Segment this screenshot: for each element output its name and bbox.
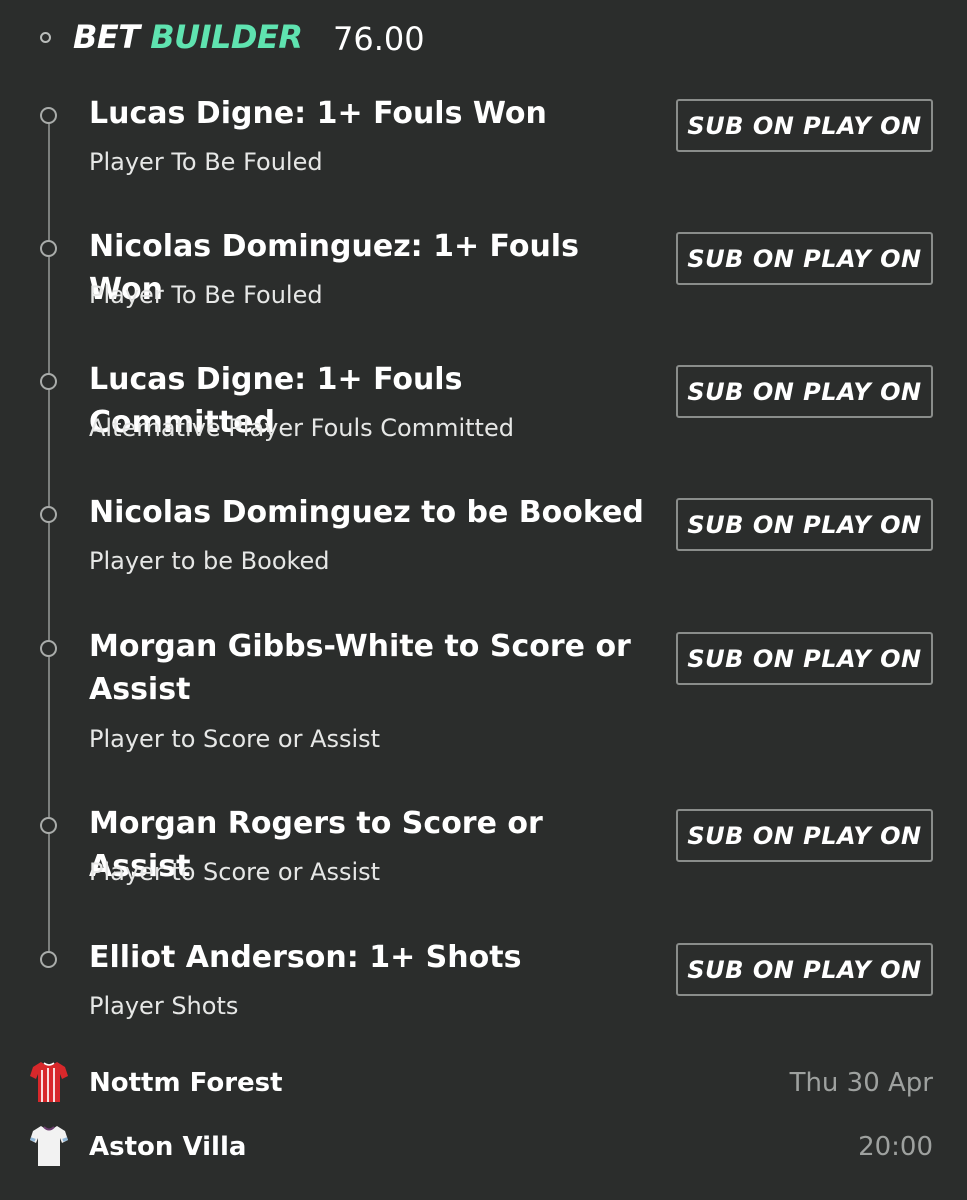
- leg-title: Elliot Anderson: 1+ Shots: [89, 940, 522, 975]
- leg-market: Player To Be Fouled: [89, 148, 323, 176]
- match-time: 20:00: [858, 1132, 933, 1162]
- sub-on-play-on-button[interactable]: SUB ON PLAY ON: [676, 232, 933, 285]
- leg-node: [40, 951, 57, 968]
- sub-on-play-on-button[interactable]: SUB ON PLAY ON: [676, 365, 933, 418]
- title-bet: BET: [73, 18, 140, 56]
- leg-node: [40, 240, 57, 257]
- leg-node: [40, 817, 57, 834]
- away-team-name: Aston Villa: [89, 1132, 247, 1162]
- match-date: Thu 30 Apr: [789, 1068, 933, 1098]
- bet-builder-title: BET BUILDER: [73, 18, 303, 56]
- red-striped-shirt-icon: [30, 1062, 68, 1102]
- home-team-row: Nottm Forest Thu 30 Apr: [0, 1060, 967, 1108]
- leg-title: Lucas Digne: 1+ Fouls Won: [89, 96, 547, 131]
- title-builder: BUILDER: [150, 18, 303, 56]
- total-odds: 76.00: [333, 20, 425, 58]
- sub-on-play-on-button[interactable]: SUB ON PLAY ON: [676, 99, 933, 152]
- sub-on-play-on-button[interactable]: SUB ON PLAY ON: [676, 632, 933, 685]
- sub-on-play-on-button[interactable]: SUB ON PLAY ON: [676, 498, 933, 551]
- leg-market: Alternative Player Fouls Committed: [89, 414, 514, 442]
- leg-market: Player to Score or Assist: [89, 725, 381, 753]
- leg-node: [40, 107, 57, 124]
- leg-market: Player to Score or Assist: [89, 858, 381, 886]
- home-team-name: Nottm Forest: [89, 1068, 283, 1098]
- white-shirt-icon: [30, 1126, 68, 1166]
- leg-node: [40, 640, 57, 657]
- leg-title: Nicolas Dominguez to be Booked: [89, 495, 644, 530]
- away-team-row: Aston Villa 20:00: [0, 1124, 967, 1172]
- timeline-start-dot: [40, 32, 51, 43]
- leg-title: Morgan Gibbs-White to Score or Assist: [89, 629, 631, 707]
- sub-on-play-on-button[interactable]: SUB ON PLAY ON: [676, 809, 933, 862]
- leg-node: [40, 506, 57, 523]
- sub-on-play-on-button[interactable]: SUB ON PLAY ON: [676, 943, 933, 996]
- leg-market: Player To Be Fouled: [89, 281, 323, 309]
- bet-builder-header: BET BUILDER 76.00: [0, 0, 967, 80]
- leg-market: Player to be Booked: [89, 547, 330, 575]
- leg-market: Player Shots: [89, 992, 239, 1020]
- leg-node: [40, 373, 57, 390]
